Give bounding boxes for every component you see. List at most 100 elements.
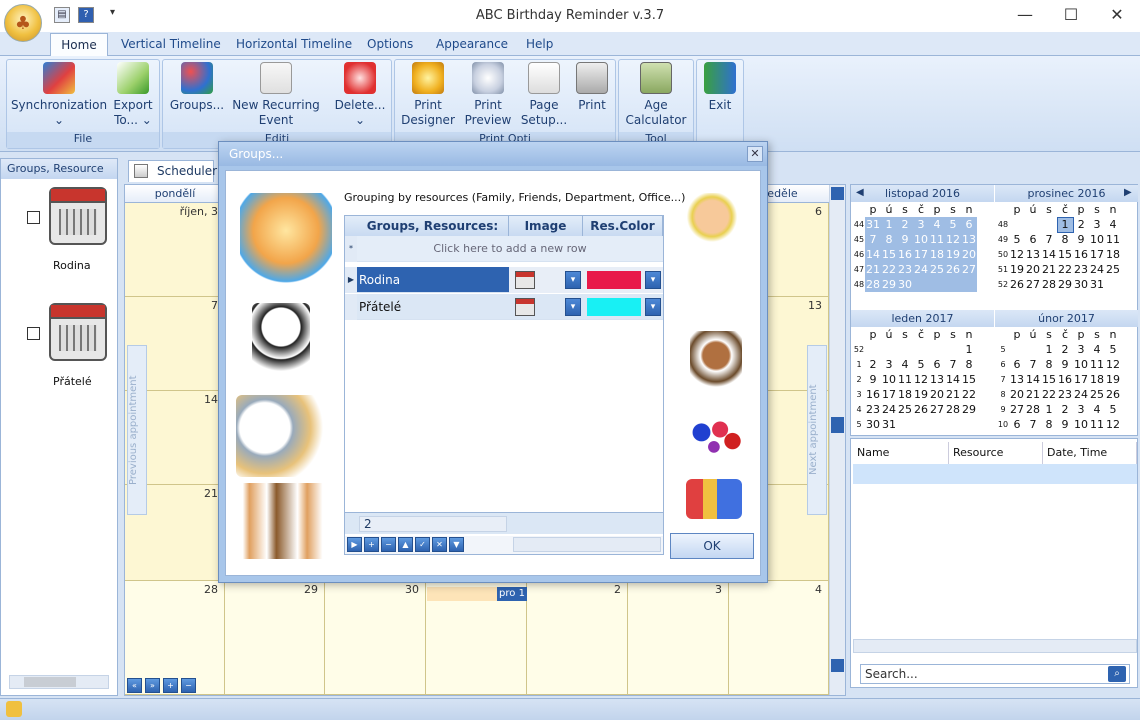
calendar-day[interactable]: 11 [929,232,945,247]
day-cell[interactable]: 2 [527,581,628,695]
image-dropdown-icon[interactable]: ▾ [565,271,581,289]
day-cell[interactable]: 4 [729,581,829,695]
calendar-day[interactable]: 14 [1041,247,1057,262]
calendar-day[interactable]: 7 [1025,417,1041,432]
calendar-day[interactable]: 30 [1073,277,1089,292]
calendar-day[interactable]: 19 [1105,372,1121,387]
calendar-day[interactable]: 28 [945,402,961,417]
calendar-day[interactable]: 3 [913,217,929,232]
calendar-day[interactable]: 15 [1057,247,1073,262]
calendar-day[interactable]: 10 [1073,357,1089,372]
color-swatch[interactable] [587,271,641,289]
calendar-day[interactable]: 24 [881,402,897,417]
tab-horizontal-timeline[interactable]: Horizontal Timeline [228,37,360,57]
calendar-day[interactable]: 21 [1041,262,1057,277]
dialog-close-button[interactable]: ✕ [747,146,763,162]
calendar-day[interactable] [929,342,945,357]
list-horizontal-scrollbar[interactable] [853,639,1137,653]
nav-delete-icon[interactable]: − [381,537,396,552]
column-date-time[interactable]: Date, Time [1043,442,1137,464]
calendar-day[interactable]: 15 [1041,372,1057,387]
nav-filter-icon[interactable]: ▼ [449,537,464,552]
nav-remove-icon[interactable]: − [181,678,196,693]
calendar-day[interactable]: 20 [961,247,977,262]
calendar-day[interactable]: 5 [1009,232,1025,247]
calendar-day[interactable]: 22 [961,387,977,402]
calendar-day[interactable]: 12 [945,232,961,247]
calendar-day[interactable]: 6 [961,217,977,232]
calendar-day[interactable]: 26 [945,262,961,277]
calendar-day[interactable]: 16 [1057,372,1073,387]
calendar-day[interactable]: 8 [881,232,897,247]
next-appointment-button[interactable]: Next appointment [807,345,827,515]
calendar-day[interactable] [929,417,945,432]
maximize-button[interactable]: ☐ [1048,0,1094,32]
calendar-day[interactable]: 12 [913,372,929,387]
calendar-day[interactable]: 25 [929,262,945,277]
calendar-day[interactable]: 2 [1073,217,1089,232]
calendar-day[interactable] [913,417,929,432]
calendar-day[interactable]: 28 [1025,402,1041,417]
calendar-day[interactable]: 10 [913,232,929,247]
calendar-day[interactable]: 27 [929,402,945,417]
calendar-day[interactable]: 25 [1105,262,1121,277]
list-row-selected[interactable] [853,464,1137,484]
calendar-day[interactable] [913,277,929,292]
calendar-day[interactable] [945,417,961,432]
calendar-day[interactable]: 9 [865,372,881,387]
calendar-day[interactable]: 5 [1105,342,1121,357]
ok-button[interactable]: OK [670,533,754,559]
calendar-day[interactable]: 10 [881,372,897,387]
row-name[interactable]: Přátelé [359,294,401,320]
calendar-day[interactable]: 24 [913,262,929,277]
calendar-day[interactable]: 15 [961,372,977,387]
calendar-day[interactable]: 19 [913,387,929,402]
calendar-day[interactable]: 1 [1041,402,1057,417]
close-button[interactable]: ✕ [1094,0,1140,32]
calendar-day[interactable] [913,342,929,357]
day-cell[interactable]: 30 [325,581,426,695]
calendar-day[interactable] [1009,342,1025,357]
delete-button[interactable]: Delete... ⌄ [332,62,388,128]
calendar-day[interactable]: 11 [1089,417,1105,432]
calendar-day[interactable] [945,277,961,292]
app-menu-button[interactable]: ♣ [4,4,42,42]
calendar-day[interactable]: 9 [1057,357,1073,372]
calendar-day[interactable]: 7 [1025,357,1041,372]
calendar-day[interactable] [865,342,881,357]
calendar-day[interactable]: 17 [1073,372,1089,387]
grid-horizontal-scrollbar[interactable] [513,537,661,552]
nav-up-icon[interactable]: ▲ [398,537,413,552]
calendar-day[interactable]: 15 [881,247,897,262]
calendar-day[interactable]: 2 [897,217,913,232]
calendar-day[interactable]: 31 [865,217,881,232]
calendar-day[interactable]: 18 [1089,372,1105,387]
calendar-day[interactable] [1025,217,1041,232]
calendar-day[interactable]: 11 [1089,357,1105,372]
calendar-day[interactable] [1009,217,1025,232]
print-designer-button[interactable]: Print Designer [400,62,456,128]
nav-add-icon[interactable]: + [163,678,178,693]
calendar-day[interactable]: 2 [1057,402,1073,417]
calendar-day[interactable]: 7 [865,232,881,247]
column-groups-resources[interactable]: Groups, Resources: [357,216,509,236]
calendar-day[interactable]: 23 [1057,387,1073,402]
calendar-day[interactable]: 1 [961,342,977,357]
export-to-button[interactable]: Export To... ⌄ [110,62,156,128]
calendar-day[interactable]: 9 [897,232,913,247]
calendar-day[interactable]: 31 [881,417,897,432]
calendar-day[interactable]: 27 [1009,402,1025,417]
calendar-day[interactable]: 4 [897,357,913,372]
calendar-day[interactable]: 19 [945,247,961,262]
tab-vertical-timeline[interactable]: Vertical Timeline [113,37,229,57]
calendar-day[interactable]: 18 [897,387,913,402]
calendar-day[interactable]: 28 [1041,277,1057,292]
nav-first-icon[interactable]: « [127,678,142,693]
calendar-day[interactable]: 21 [865,262,881,277]
binoculars-icon[interactable]: ⌕ [1108,666,1126,682]
calendar-day[interactable]: 3 [1089,217,1105,232]
calendar-day[interactable]: 7 [1041,232,1057,247]
calendar-day[interactable]: 5 [1105,402,1121,417]
calendar-day[interactable] [1041,217,1057,232]
column-name[interactable]: Name [853,442,949,464]
